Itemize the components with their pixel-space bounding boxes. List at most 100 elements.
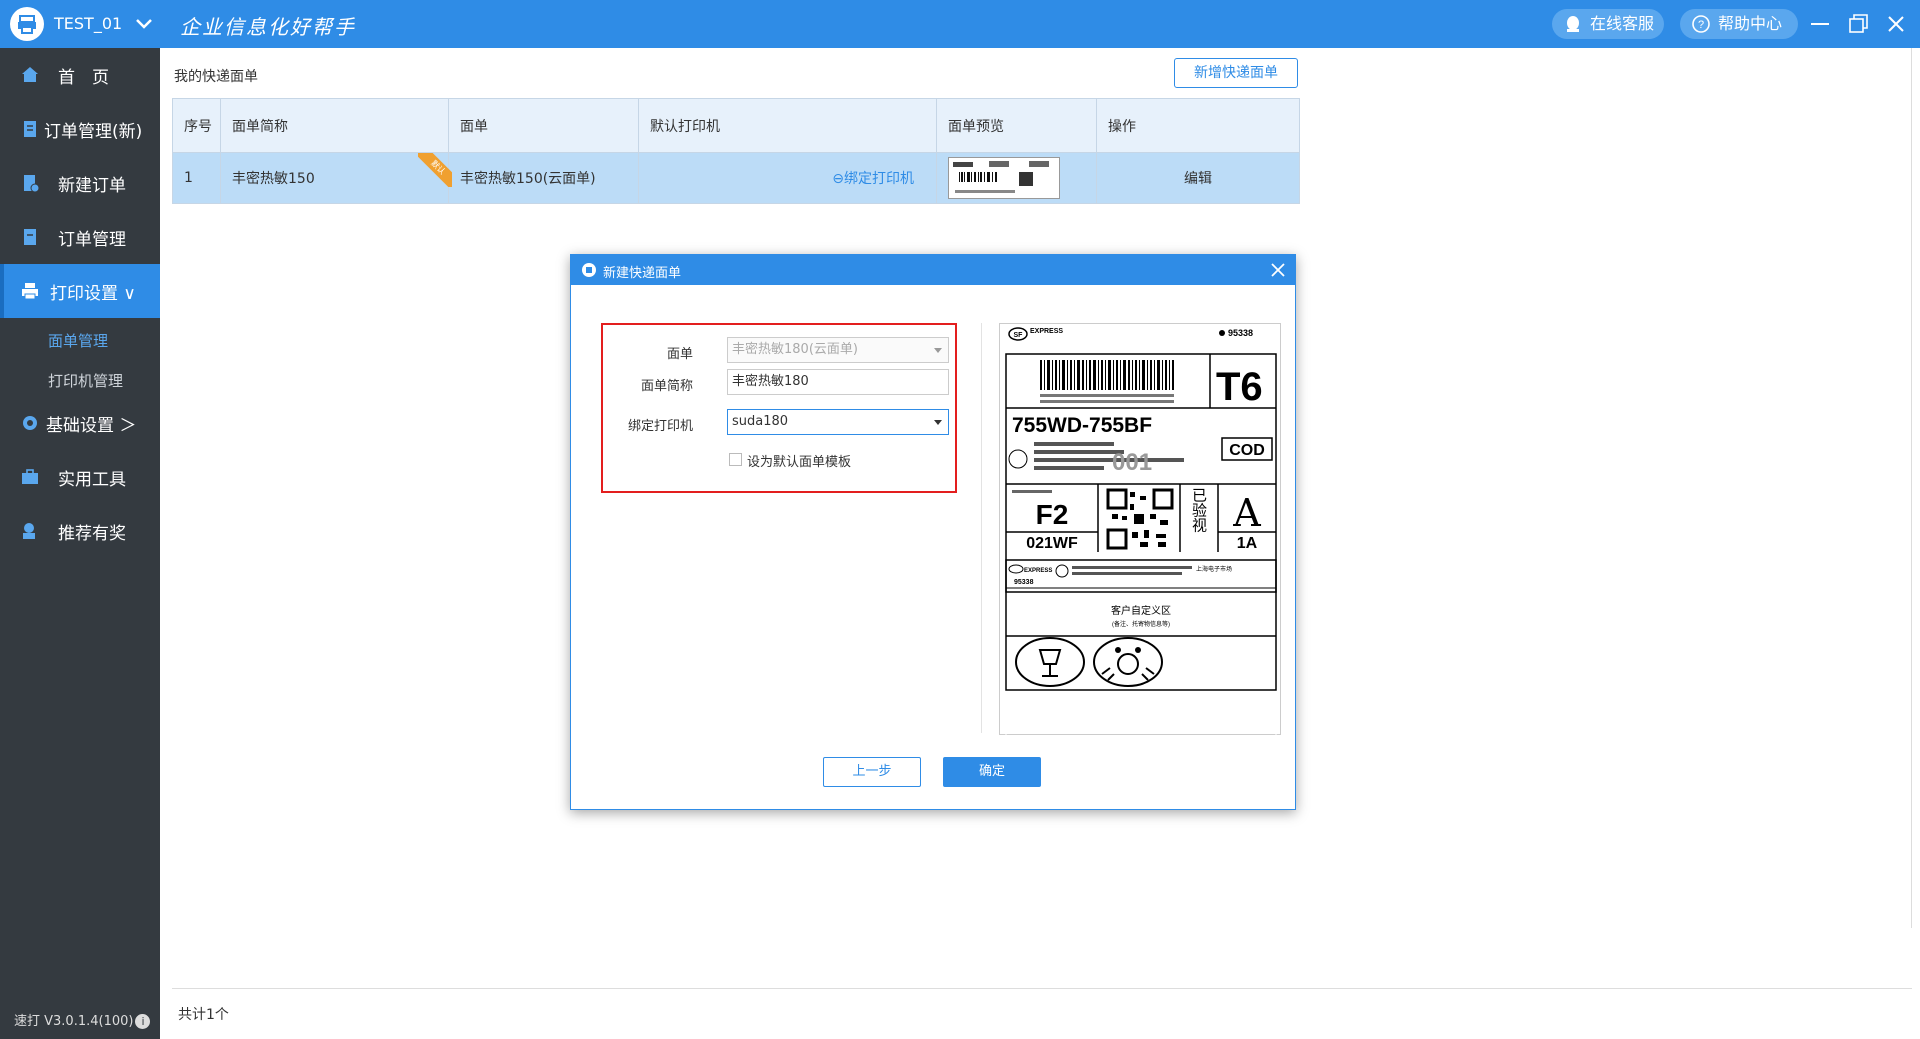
sidebar-subitem-printer-manage[interactable]: 打印机管理 (48, 370, 123, 391)
caret-down-icon (934, 348, 942, 353)
template-table: 序号 面单简称 面单 默认打印机 面单预览 操作 1 丰密热敏150 默认 丰密… (172, 98, 1300, 204)
column-header: 面单简称 (220, 98, 449, 153)
preview-zone-sub: 021WF (1026, 535, 1078, 552)
template-label: 面单 (666, 347, 693, 362)
sidebar-item-referral[interactable]: 推荐有奖 (0, 504, 160, 558)
sf-small-logo-icon (1008, 564, 1024, 574)
gift-user-icon (23, 523, 35, 539)
sidebar-item-label: 实用工具 (58, 470, 126, 490)
preview-custom-area: 客户自定义区 (1111, 604, 1171, 617)
column-header: 操作 (1096, 98, 1300, 153)
template-select: 丰密热敏180(云面单) (727, 337, 949, 363)
previous-step-button[interactable]: 上一步 (823, 757, 921, 787)
sidebar-item-basic-settings[interactable]: 基础设置 ＞ (0, 396, 160, 450)
preview-cod: COD (1229, 442, 1265, 459)
preview-grade-sub: 1A (1237, 535, 1258, 552)
title-bar: TEST_01 企业信息化好帮手 在线客服 ? 帮助中心 ▼ (0, 0, 1920, 62)
bind-printer-link[interactable]: ⊖绑定打印机 (832, 168, 914, 188)
add-template-button[interactable]: 新增快递面单 (1174, 58, 1298, 88)
info-icon[interactable]: i (135, 1014, 151, 1029)
default-ribbon: 默认 (418, 153, 452, 187)
svg-text:SF: SF (1014, 332, 1024, 339)
sidebar-item-orders[interactable]: 订单管理 (0, 210, 160, 264)
row-short-name-text: 丰密热敏150 (232, 171, 315, 187)
sidebar-item-new-order[interactable]: 新建订单 (0, 156, 160, 210)
online-service-button[interactable]: 在线客服 (1552, 9, 1664, 39)
row-action: 编辑 (1096, 152, 1300, 204)
sidebar-item-orders-new[interactable]: 订单管理(新) (0, 102, 160, 156)
preview-sender-city: 上海电子市场 (1196, 565, 1232, 573)
caret-down-icon (934, 420, 942, 425)
edit-link[interactable]: 编辑 (1184, 171, 1212, 187)
chat-icon (1567, 16, 1579, 32)
sidebar-item-home[interactable]: 首 页 (0, 48, 160, 102)
preview-hotline: 95338 (1228, 328, 1253, 338)
version-info: 速打 V3.0.1.4(100) i (14, 1010, 151, 1029)
row-index: 1 (172, 152, 221, 204)
recipient-icon (1008, 449, 1028, 469)
template-select-value: 丰密热敏180(云面单) (732, 342, 858, 357)
crab-icon (1093, 637, 1163, 687)
gear-icon (23, 416, 37, 430)
printer-select[interactable]: suda180 (727, 409, 949, 435)
confirm-button[interactable]: 确定 (943, 757, 1041, 787)
preview-brand-small: EXPRESS (1024, 568, 1052, 574)
printer-icon (22, 283, 38, 300)
printer-select-value: suda180 (732, 414, 789, 429)
short-name-input[interactable]: 丰密热敏180 (727, 369, 949, 395)
fragile-glass-icon (1015, 637, 1085, 687)
online-service-label: 在线客服 (1590, 14, 1655, 33)
phone-icon (1219, 330, 1225, 336)
sender-icon (1055, 564, 1069, 578)
close-icon[interactable] (1884, 12, 1908, 36)
footer-divider (172, 988, 1912, 989)
version-text: 速打 V3.0.1.4(100) (14, 1014, 134, 1029)
preview-zone: F2 (1036, 499, 1069, 530)
template-thumbnail[interactable] (948, 157, 1060, 199)
sidebar-item-tools[interactable]: 实用工具 (0, 450, 160, 504)
order-new-icon (24, 121, 36, 137)
table-header: 序号 面单简称 面单 默认打印机 面单预览 操作 (172, 98, 1300, 153)
page-title: 我的快递面单 (174, 69, 258, 85)
content-border (1911, 48, 1912, 928)
preview-custom-hint: (备注、托寄物信息等) (1112, 620, 1170, 628)
row-short-name: 丰密热敏150 默认 (220, 152, 452, 204)
qr-code-icon (1106, 488, 1174, 550)
sidebar-item-print-settings[interactable]: 打印设置 ∨ (0, 264, 160, 318)
preview-watermark: 001 (1112, 449, 1152, 476)
table-row[interactable]: 1 丰密热敏150 默认 丰密热敏150(云面单) ⊖绑定打印机 编辑 (172, 152, 1300, 204)
default-template-checkbox[interactable] (729, 453, 742, 466)
sidebar-item-label: 打印设置 ∨ (50, 284, 136, 304)
app-small-icon (582, 263, 596, 277)
order-icon (24, 229, 36, 245)
preview-inspect: 已验视 (1190, 488, 1208, 534)
default-ribbon-text: 默认 (418, 153, 452, 187)
home-icon (22, 67, 38, 82)
short-name-label: 面单简称 (640, 379, 693, 394)
template-preview: SF EXPRESS 95338 T6 755WD-755BF 001 COD … (999, 323, 1281, 736)
sidebar: 首 页 订单管理(新) 新建订单 订单管理 打印设置 ∨ 面单管理 打印机管理 … (0, 48, 160, 1039)
column-header: 默认打印机 (638, 98, 937, 153)
row-template: 丰密热敏150(云面单) (448, 152, 639, 204)
default-template-label: 设为默认面单模板 (747, 455, 852, 470)
sidebar-item-label: 订单管理(新) (44, 122, 143, 142)
question-icon: ? (1692, 15, 1710, 33)
dialog-close-icon[interactable] (1269, 261, 1287, 279)
help-center-button[interactable]: ? 帮助中心 ▼ (1680, 9, 1798, 62)
dialog-title: 新建快递面单 (603, 266, 682, 281)
column-header: 序号 (172, 98, 221, 153)
dialog-header: 新建快递面单 (571, 255, 1295, 285)
column-header: 面单预览 (936, 98, 1097, 153)
barcode-icon (1040, 360, 1174, 390)
dialog-divider (981, 323, 982, 733)
sidebar-item-label: 订单管理 (58, 230, 126, 250)
sidebar-subitem-template-manage[interactable]: 面单管理 (48, 330, 108, 351)
form-highlight-box: 面单 丰密热敏180(云面单) 面单简称 丰密热敏180 绑定打印机 suda1… (601, 323, 957, 493)
chevron-down-icon[interactable] (133, 12, 155, 34)
toolbox-icon (22, 469, 38, 484)
account-name: TEST_01 (54, 14, 123, 33)
sidebar-item-label: 推荐有奖 (58, 524, 126, 544)
minimize-icon[interactable] (1808, 12, 1832, 36)
restore-icon[interactable] (1846, 12, 1870, 36)
app-logo-icon (10, 7, 44, 41)
